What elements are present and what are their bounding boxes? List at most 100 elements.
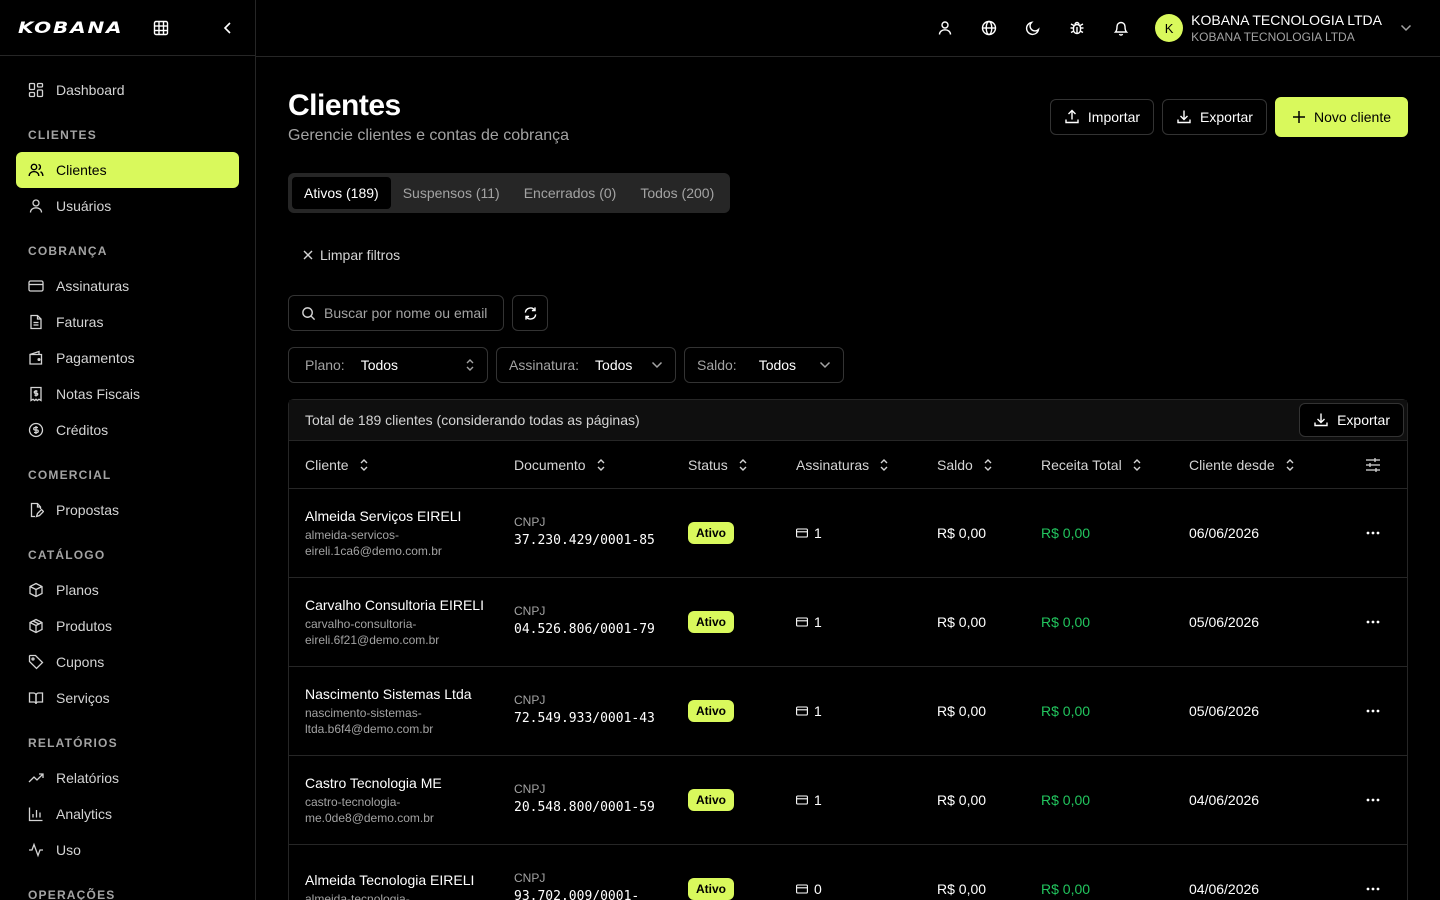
export-button[interactable]: Exportar: [1162, 99, 1267, 135]
sidebar: KOBANA Dashboard CLIENTES Clientes Usuár…: [0, 0, 256, 900]
bell-icon[interactable]: [1099, 8, 1143, 48]
chevrons-updown-icon: [466, 359, 474, 371]
sidebar-item-dashboard[interactable]: Dashboard: [16, 72, 239, 108]
plan-filter[interactable]: Plano: Todos: [288, 347, 488, 383]
column-header[interactable]: Saldo: [937, 457, 1041, 473]
document-number: 04.526.806/0001-79: [514, 622, 655, 637]
sidebar-item-cupons[interactable]: Cupons: [16, 644, 239, 680]
sidebar-item-usuarios[interactable]: Usuários: [16, 188, 239, 224]
box-icon: [29, 582, 43, 598]
sort-icon: [984, 458, 992, 471]
more-actions-icon[interactable]: [1366, 620, 1380, 624]
subscription-count: 1: [814, 703, 822, 719]
sidebar-item-faturas[interactable]: Faturas: [16, 304, 239, 340]
sort-icon: [739, 458, 747, 471]
chevron-down-icon: [1400, 24, 1412, 32]
search-icon: [302, 306, 316, 320]
subscription-count: 0: [814, 881, 822, 897]
sidebar-item-label: Assinaturas: [56, 278, 130, 294]
account-org: KOBANA TECNOLOGIA LTDA: [1191, 30, 1355, 44]
moon-icon[interactable]: [1011, 8, 1055, 48]
table-export-button[interactable]: Exportar: [1299, 403, 1404, 437]
bar-chart-icon: [28, 807, 43, 822]
new-client-button[interactable]: Novo cliente: [1274, 97, 1408, 137]
profile-icon[interactable]: [923, 8, 967, 48]
table-row[interactable]: Castro Tecnologia ME castro-tecnologia-me…: [289, 756, 1407, 845]
column-header[interactable]: Cliente: [305, 457, 514, 473]
import-button[interactable]: Importar: [1049, 99, 1155, 135]
account-switcher[interactable]: K KOBANA TECNOLOGIA LTDA KOBANA TECNOLOG…: [1155, 12, 1412, 44]
apps-grid-icon[interactable]: [152, 19, 170, 37]
column-header[interactable]: Documento: [514, 457, 688, 473]
column-header-label: Receita Total: [1041, 456, 1122, 473]
sidebar-item-produtos[interactable]: Produtos: [16, 608, 239, 644]
collapse-sidebar-icon[interactable]: [220, 19, 236, 37]
sidebar-item-uso[interactable]: Uso: [16, 832, 239, 868]
download-icon: [1177, 110, 1191, 124]
subscription-filter-value: Todos: [595, 357, 633, 373]
column-settings-icon[interactable]: [1365, 457, 1381, 473]
status-tabs: Ativos (189) Suspensos (11) Encerrados (…: [288, 173, 731, 213]
subscription-filter[interactable]: Assinatura: Todos: [496, 347, 676, 383]
sidebar-item-assinaturas[interactable]: Assinaturas: [16, 268, 239, 304]
sidebar-item-label: Créditos: [56, 422, 109, 438]
document-number: 93.702.009/0001-: [514, 889, 640, 900]
table-row[interactable]: Almeida Tecnologia EIRELI almeida-tecnolo…: [289, 845, 1407, 900]
sidebar-item-servicos[interactable]: Serviços: [16, 680, 239, 716]
tab-encerrados[interactable]: Encerrados (0): [512, 177, 629, 209]
client-since: 05/06/2026: [1189, 703, 1260, 719]
globe-icon[interactable]: [967, 8, 1011, 48]
sidebar-item-pagamentos[interactable]: Pagamentos: [16, 340, 239, 376]
balance-filter[interactable]: Saldo: Todos: [684, 347, 844, 383]
column-header[interactable]: Status: [688, 457, 796, 473]
bug-icon[interactable]: [1055, 8, 1099, 48]
refresh-button[interactable]: [512, 295, 548, 331]
tab-suspensos[interactable]: Suspensos (11): [391, 177, 512, 209]
sidebar-item-clientes[interactable]: Clientes: [16, 152, 239, 188]
tab-ativos[interactable]: Ativos (189): [292, 177, 391, 209]
sidebar-item-label: Usuários: [56, 198, 112, 214]
sidebar-item-planos[interactable]: Planos: [16, 572, 239, 608]
account-text: KOBANA TECNOLOGIA LTDA KOBANA TECNOLOGIA…: [1191, 12, 1382, 44]
more-actions-icon[interactable]: [1366, 531, 1380, 535]
sidebar-item-propostas[interactable]: Propostas: [16, 492, 239, 528]
account-name: KOBANA TECNOLOGIA LTDA: [1191, 12, 1382, 28]
column-header[interactable]: Receita Total: [1041, 457, 1189, 473]
avatar: K: [1155, 14, 1184, 42]
client-name[interactable]: Nascimento Sistemas Ltda: [305, 686, 514, 702]
kobana-logo[interactable]: KOBANA: [18, 18, 123, 37]
document-number: 37.230.429/0001-85: [514, 533, 655, 548]
sidebar-item-label: Produtos: [56, 618, 113, 634]
more-actions-icon[interactable]: [1366, 709, 1380, 713]
column-header-label: Documento: [514, 456, 586, 473]
file-icon: [30, 314, 42, 330]
subscription-count: 1: [814, 614, 822, 630]
more-actions-icon[interactable]: [1366, 798, 1380, 802]
client-name[interactable]: Castro Tecnologia ME: [305, 775, 514, 791]
sidebar-item-relatorios[interactable]: Relatórios: [16, 760, 239, 796]
sidebar-item-notas-fiscais[interactable]: Notas Fiscais: [16, 376, 239, 412]
users-icon: [28, 163, 44, 177]
card-icon: [796, 884, 808, 894]
sidebar-item-label: Propostas: [56, 502, 120, 518]
sidebar-item-creditos[interactable]: Créditos: [16, 412, 239, 448]
client-email: almeida-tecnologia-: [305, 891, 410, 900]
column-header[interactable]: Cliente desde: [1189, 457, 1339, 473]
sidebar-item-analytics[interactable]: Analytics: [16, 796, 239, 832]
column-header-label: Cliente: [305, 456, 349, 473]
section-title-clientes: CLIENTES: [28, 128, 97, 142]
clear-filters-button[interactable]: Limpar filtros: [302, 247, 1408, 263]
client-name[interactable]: Carvalho Consultoria EIRELI: [305, 597, 514, 613]
document-number: 72.549.933/0001-43: [514, 711, 655, 726]
column-header[interactable]: Assinaturas: [796, 457, 937, 473]
section-title-operacoes: OPERAÇÕES: [28, 888, 116, 900]
tab-todos[interactable]: Todos (200): [628, 177, 726, 209]
table-row[interactable]: Carvalho Consultoria EIRELI carvalho-cons…: [289, 578, 1407, 667]
table-row[interactable]: Nascimento Sistemas Ltda nascimento-siste…: [289, 667, 1407, 756]
client-name[interactable]: Almeida Serviços EIRELI: [305, 508, 514, 524]
table-row[interactable]: Almeida Serviços EIRELI almeida-servicos-…: [289, 489, 1407, 578]
more-actions-icon[interactable]: [1366, 887, 1380, 891]
table-toolbar: Total de 189 clientes (considerando toda…: [289, 400, 1407, 441]
search-input[interactable]: Buscar por nome ou email: [288, 295, 504, 331]
client-name[interactable]: Almeida Tecnologia EIRELI: [305, 872, 514, 888]
